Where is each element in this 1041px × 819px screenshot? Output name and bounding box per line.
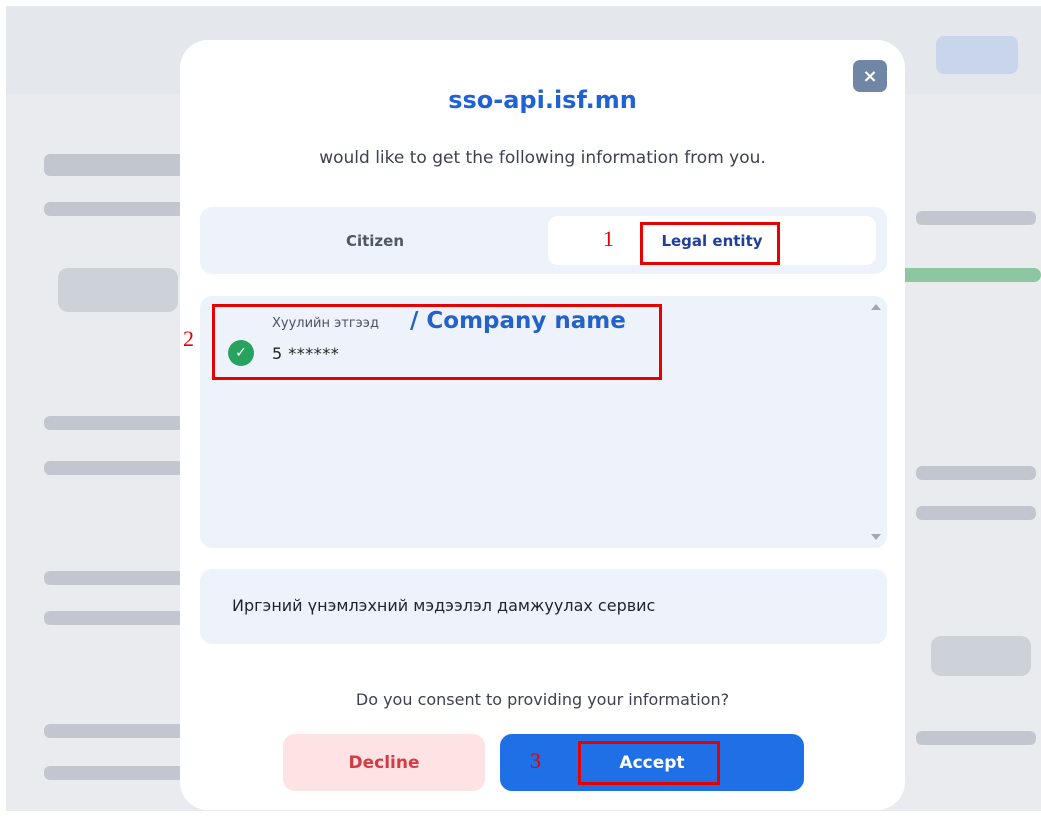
background-pill — [58, 268, 178, 312]
background-text — [916, 731, 1036, 745]
consent-dialog: × sso-api.isf.mn would like to get the f… — [180, 40, 905, 810]
list-item[interactable]: ✓ Хуулийн этгээд / Company name 5 ****** — [220, 308, 680, 374]
consent-question: Do you consent to providing your informa… — [355, 690, 730, 709]
background-text — [44, 724, 184, 738]
company-name: / Company name — [410, 308, 626, 334]
service-box: Иргэний үнэмлэхний мэдээлэл дамжуулах се… — [200, 569, 887, 644]
background-progress — [886, 268, 1041, 282]
scroll-up-icon[interactable] — [871, 304, 881, 310]
registration-number: 5 ****** — [272, 344, 340, 363]
background-text — [44, 202, 194, 216]
tab-citizen[interactable]: Citizen — [210, 216, 540, 265]
background-text — [44, 611, 184, 625]
close-icon: × — [862, 65, 878, 87]
background-text — [916, 211, 1036, 225]
entity-list: ✓ Хуулийн этгээд / Company name 5 ****** — [200, 296, 866, 548]
background-text — [916, 506, 1036, 520]
background-text — [44, 461, 184, 475]
accept-button[interactable]: Accept — [500, 734, 804, 791]
background-button — [936, 36, 1018, 74]
tab-legal-entity[interactable]: Legal entity — [548, 216, 876, 265]
dialog-subtitle: would like to get the following informat… — [319, 148, 766, 168]
background-text — [916, 466, 1036, 480]
check-circle-icon: ✓ — [228, 340, 254, 366]
background-button — [931, 636, 1031, 676]
user-type-tabs: Citizen Legal entity — [200, 207, 887, 274]
scroll-down-icon[interactable] — [871, 534, 881, 540]
service-name: Иргэний үнэмлэхний мэдээлэл дамжуулах се… — [232, 596, 656, 615]
dialog-title: sso-api.isf.mn — [448, 86, 637, 114]
decline-button[interactable]: Decline — [283, 734, 485, 791]
background-text — [44, 416, 184, 430]
background-text — [44, 766, 184, 780]
entity-type-label: Хуулийн этгээд — [272, 316, 379, 331]
background-text — [44, 571, 184, 585]
background-heading — [44, 154, 194, 176]
list-scrollbar[interactable] — [866, 296, 887, 548]
